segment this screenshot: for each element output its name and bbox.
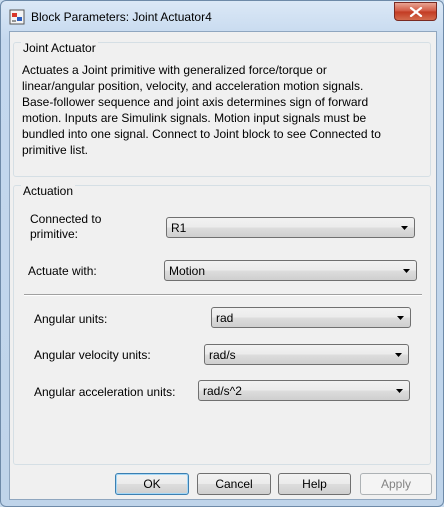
section-divider xyxy=(24,294,422,296)
chevron-down-icon xyxy=(397,316,404,320)
help-button[interactable]: Help xyxy=(278,473,351,495)
block-description: Actuates a Joint primitive with generali… xyxy=(22,63,381,157)
actuation-group-title: Actuation xyxy=(21,184,76,198)
angular-velocity-units-value: rad/s xyxy=(209,348,236,362)
angular-velocity-units-label: Angular velocity units: xyxy=(34,348,151,362)
cancel-button[interactable]: Cancel xyxy=(197,473,271,495)
angular-acceleration-units-value: rad/s^2 xyxy=(203,384,242,398)
actuate-with-value: Motion xyxy=(169,264,206,278)
connected-to-dropdown[interactable]: R1 xyxy=(166,217,415,238)
angular-acceleration-units-dropdown[interactable]: rad/s^2 xyxy=(198,380,410,401)
block-group-title: Joint Actuator xyxy=(21,41,98,55)
apply-button[interactable]: Apply xyxy=(360,473,432,495)
angular-units-value: rad xyxy=(216,311,234,325)
actuate-with-label: Actuate with: xyxy=(28,264,97,278)
dialog-client-area: Joint Actuator Actuates a Joint primitiv… xyxy=(9,31,437,500)
ok-button[interactable]: OK xyxy=(115,473,189,495)
connected-to-label: Connected to primitive: xyxy=(30,212,102,241)
close-button[interactable] xyxy=(394,2,437,21)
connected-to-value: R1 xyxy=(171,221,187,235)
close-icon xyxy=(409,7,423,17)
chevron-down-icon xyxy=(396,389,403,393)
dialog-window: Block Parameters: Joint Actuator4 Joint … xyxy=(0,0,444,507)
chevron-down-icon xyxy=(401,226,408,230)
chevron-down-icon xyxy=(403,269,410,273)
title-bar[interactable]: Block Parameters: Joint Actuator4 xyxy=(1,1,443,31)
chevron-down-icon xyxy=(395,353,402,357)
actuate-with-dropdown[interactable]: Motion xyxy=(164,260,417,281)
angular-acceleration-units-label: Angular acceleration units: xyxy=(34,385,176,399)
angular-units-label: Angular units: xyxy=(34,312,108,326)
angular-velocity-units-dropdown[interactable]: rad/s xyxy=(204,344,409,365)
window-title: Block Parameters: Joint Actuator4 xyxy=(31,10,212,24)
simulink-block-icon xyxy=(9,9,25,25)
angular-units-dropdown[interactable]: rad xyxy=(211,307,411,328)
